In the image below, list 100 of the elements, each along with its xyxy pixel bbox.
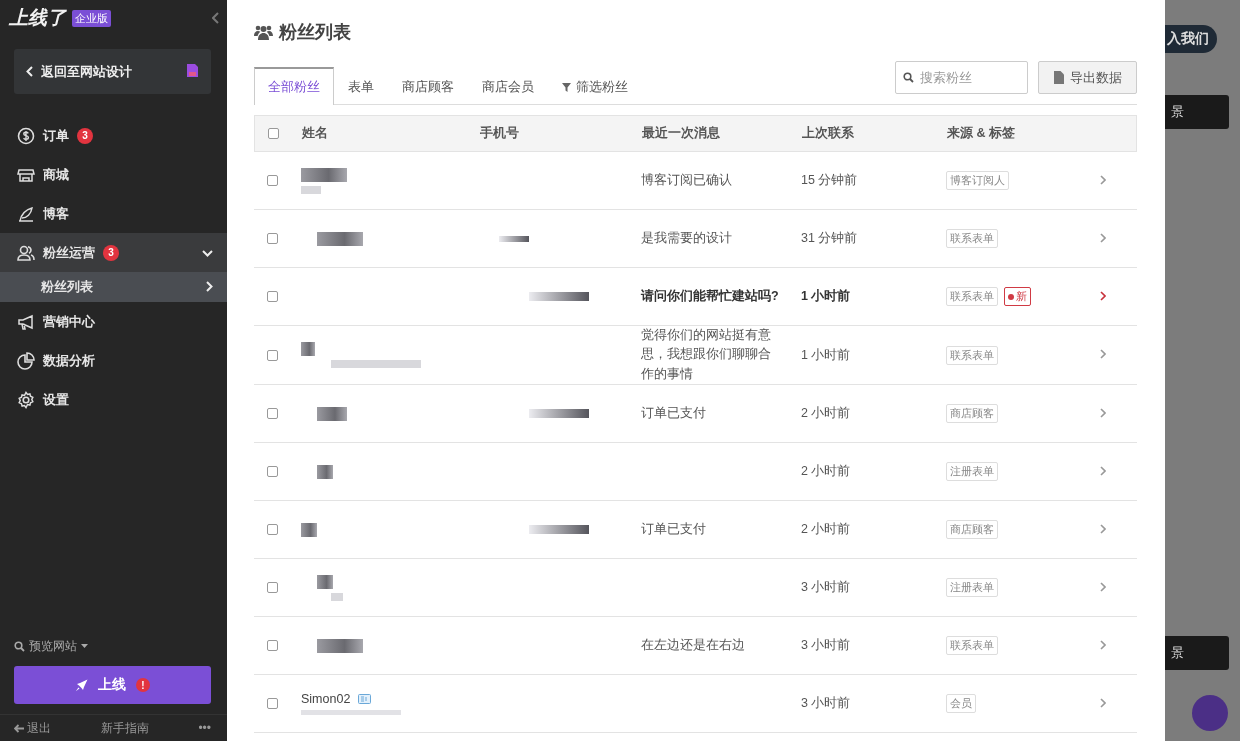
app-logo: 上线了 [9,6,66,30]
chevron-right-icon[interactable] [1100,465,1106,476]
nav-item[interactable]: 粉丝运营 3 [0,233,227,272]
source-tag: 会员 [946,694,976,714]
rocket-icon [75,678,88,692]
last-contact-time: 3 小时前 [801,637,852,655]
last-message: 订单已支付 [641,520,707,538]
search-field[interactable]: 搜索粉丝 [895,61,1028,94]
row-checkbox[interactable] [267,291,278,302]
redaction-block [317,406,347,421]
redaction-block [331,592,343,601]
last-contact-time: 1 小时前 [801,346,852,364]
source-tag: 注册表单 [946,578,998,598]
last-contact-time: 2 小时前 [801,521,852,539]
chevron-right-icon[interactable] [1100,349,1106,360]
source-tag: 商店顾客 [946,520,998,540]
source-tag: 联系表单 [946,229,998,248]
last-contact-time: 31 分钟前 [801,230,859,247]
dark-banner: 景 [1165,95,1229,129]
edition-badge: 企业版 [72,9,111,27]
redaction-block [317,231,363,246]
last-contact-time: 2 小时前 [801,405,852,423]
preview-site-menu[interactable]: 预览网站 [0,636,227,656]
page-title: 粉丝列表 [279,21,351,44]
chevron-right-icon[interactable] [1100,581,1106,592]
search-icon [903,72,914,83]
redaction-block [301,185,321,194]
chat-bubble-icon [1192,695,1228,731]
filter-tab[interactable]: 筛选粉丝 [548,69,642,105]
nav-label: 营销中心 [43,312,95,331]
file-icon [1053,71,1064,84]
count-badge: 3 [103,244,119,261]
nav-item[interactable]: 数据分析 [0,341,227,380]
chevron-right-icon[interactable] [1100,174,1106,185]
nav-label: 订单 [43,126,69,145]
last-message: 在左边还是在右边 [641,636,746,654]
last-message: 是我需要的设计 [641,229,733,247]
source-tag: 注册表单 [946,462,998,482]
row-checkbox[interactable] [267,466,278,478]
redaction-block [499,235,529,242]
search-icon [14,640,25,652]
more-menu[interactable]: ••• [198,721,211,735]
last-contact-time: 3 小时前 [801,695,852,713]
row-checkbox[interactable] [267,524,278,536]
select-all-checkbox[interactable] [268,128,279,139]
row-checkbox[interactable] [267,640,278,652]
redaction-block [529,292,589,301]
arrow-left-icon [14,723,24,733]
tab[interactable]: 表单 [334,69,388,105]
count-badge: 3 [77,127,93,144]
column-header: 来源 & 标签 [947,125,1016,142]
chevron-left-icon [26,66,33,77]
megaphone-icon [17,312,35,331]
row-checkbox[interactable] [267,233,278,244]
filter-icon [562,83,571,92]
nav-label: 博客 [43,204,69,223]
nav-item[interactable]: 博客 [0,194,227,233]
redaction-block [301,167,347,182]
tab[interactable]: 商店顾客 [388,69,468,105]
export-button[interactable]: 导出数据 [1038,61,1137,94]
tab[interactable]: 全部粉丝 [254,67,334,105]
nav-label: 数据分析 [43,351,95,370]
last-message: 订单已支付 [641,404,707,422]
nav-item[interactable]: 设置 [0,380,227,419]
chevron-right-icon[interactable] [1100,407,1106,418]
feather-pen-icon [17,204,35,223]
publish-button[interactable]: 上线 ! [14,666,211,704]
last-message: 博客订阅已确认 [641,171,733,189]
last-contact-time: 1 小时前 [801,288,852,305]
collapse-chevron-icon[interactable] [212,11,219,24]
row-checkbox[interactable] [267,582,278,594]
last-message: 请问你们能帮忙建站吗? [641,287,780,305]
chevron-right-icon[interactable] [1100,523,1106,534]
row-checkbox[interactable] [267,698,278,710]
chevron-right-icon[interactable] [1100,232,1106,243]
source-tag: 联系表单 [946,287,998,306]
new-tag: 新 [1004,287,1031,306]
nav-item[interactable]: 营销中心 [0,302,227,341]
submenu-item[interactable]: 粉丝列表 [0,272,227,302]
tab[interactable]: 商店会员 [468,69,548,105]
chevron-right-icon[interactable] [1100,290,1106,301]
row-checkbox[interactable] [267,175,278,186]
nav-item[interactable]: 订单 3 [0,116,227,155]
id-card-icon [358,694,372,705]
nav-label: 粉丝运营 [43,243,95,262]
row-checkbox[interactable] [267,349,278,361]
back-button[interactable]: 返回至网站设计 [14,49,211,94]
redaction-block [301,522,317,537]
column-header: 手机号 [480,125,520,142]
row-checkbox[interactable] [267,408,278,420]
column-header: 上次联系 [802,125,855,142]
last-contact-time: 3 小时前 [801,579,852,597]
redaction-block [301,342,315,357]
guide-link[interactable]: 新手指南 [100,719,149,737]
chevron-right-icon[interactable] [1100,697,1106,708]
chevron-right-icon[interactable] [1100,639,1106,650]
settings-icon [17,390,35,409]
nav-item[interactable]: 商城 [0,155,227,194]
logout-link[interactable]: 退出 [14,719,51,737]
people-icon [17,243,35,262]
